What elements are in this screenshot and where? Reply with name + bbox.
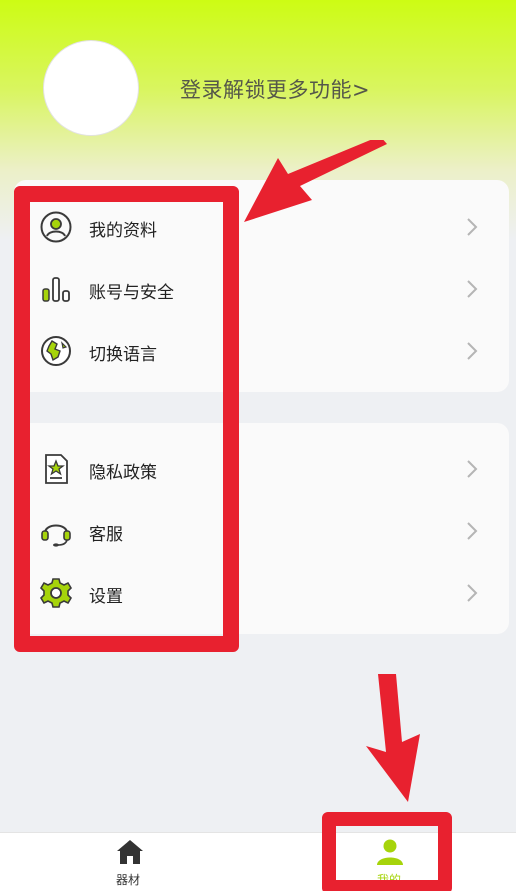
menu-item-account-security[interactable]: 账号与安全 [14,258,509,320]
menu-item-privacy-policy[interactable]: 隐私政策 [14,438,509,500]
person-icon [377,839,403,865]
tab-mine[interactable]: 我的 [258,833,516,891]
headset-icon [41,524,71,547]
chevron-right-icon [467,342,478,360]
menu-item-label: 切换语言 [89,345,157,365]
menu-item-switch-language[interactable]: 切换语言 [14,320,509,382]
tab-label: 我的 [376,873,401,887]
menu-card-secondary: 隐私政策 客服 设置 [14,423,509,634]
menu-item-label: 客服 [89,525,123,545]
chevron-right-icon [467,280,478,298]
profile-icon [40,211,72,243]
tab-label: 器材 [115,873,140,887]
avatar[interactable] [43,40,139,136]
chevron-right-icon [467,218,478,236]
menu-item-label: 账号与安全 [89,283,174,303]
login-prompt-link[interactable]: 登录解锁更多功能> [180,74,370,104]
chevron-right-icon [467,460,478,478]
globe-icon [41,336,71,366]
menu-item-label: 我的资料 [89,221,157,241]
document-star-icon [45,454,68,484]
chevron-right-icon [467,584,478,602]
annotation-arrow-icon [244,140,387,222]
menu-item-settings[interactable]: 设置 [14,562,509,624]
menu-item-label: 隐私政策 [89,463,157,483]
bar-chart-icon [42,277,70,302]
annotation-arrow-icon [366,674,420,802]
menu-item-label: 设置 [89,587,123,607]
home-icon [117,840,143,864]
chevron-right-icon [467,522,478,540]
tab-equipment[interactable]: 器材 [0,833,258,891]
bottom-tab-bar: 器材 我的 [0,832,516,891]
gear-icon [40,578,72,608]
menu-item-customer-service[interactable]: 客服 [14,500,509,562]
